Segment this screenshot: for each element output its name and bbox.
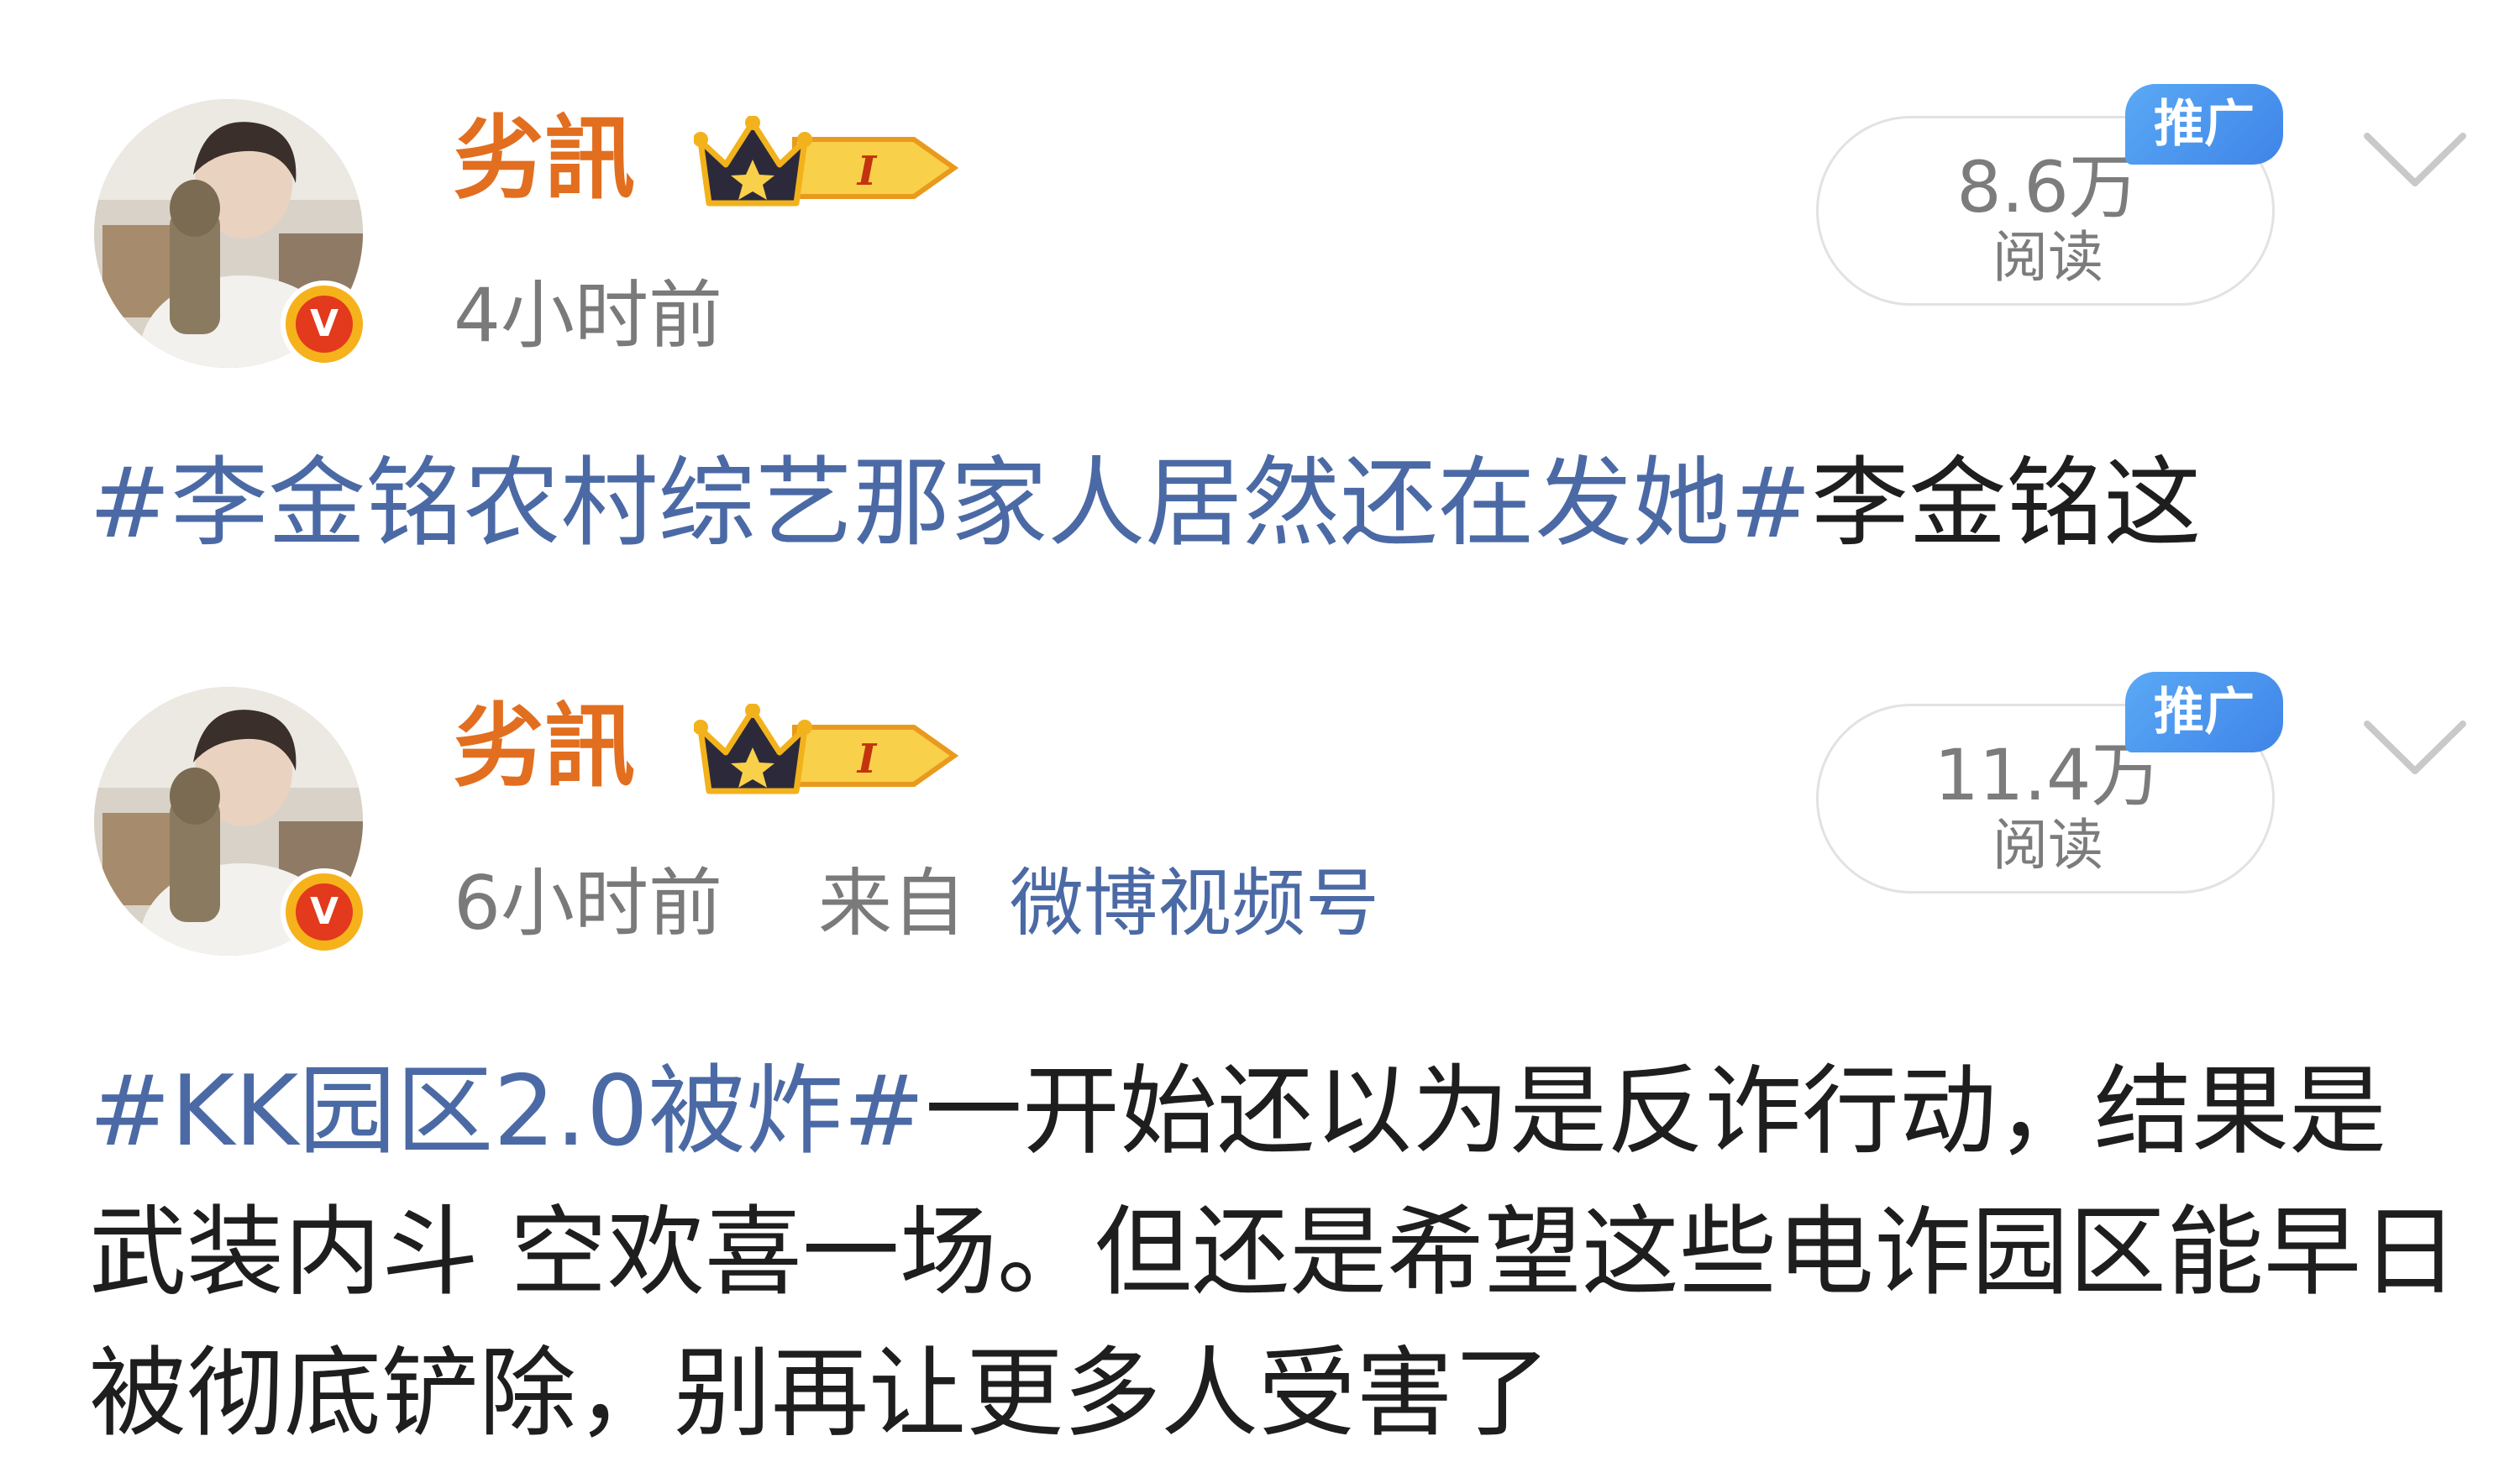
weibo-post[interactable]: V 劣訊 I 6小时前 来自 微博视频号 11.4万 阅读 推广 #KK园区2.… — [0, 588, 2520, 1478]
promo-tag: 推广 — [2125, 672, 2283, 752]
weibo-post[interactable]: V 劣訊 I 4小时前 8.6万 阅读 推广 #李金铭农村综艺那家人居然还在发她… — [0, 0, 2520, 588]
crown-icon — [693, 115, 812, 207]
level-text: I — [856, 148, 878, 195]
username[interactable]: 劣訊 — [454, 697, 635, 798]
post-timestamp: 6小时前 — [454, 860, 722, 946]
verified-v-icon: V — [281, 280, 368, 368]
post-body-text: 李金铭这 — [1811, 447, 2202, 560]
post-body: #KK园区2.0被炸#一开始还以为是反诈行动，结果是武装内斗 空欢喜一场。但还是… — [89, 1041, 2475, 1465]
read-label: 阅读 — [1992, 225, 2103, 290]
level-text: I — [856, 736, 878, 783]
verified-v-icon: V — [281, 868, 368, 956]
chevron-down-icon[interactable] — [2360, 126, 2470, 193]
read-label: 阅读 — [1992, 813, 2103, 878]
crown-icon — [693, 703, 812, 794]
promo-tag: 推广 — [2125, 84, 2283, 165]
username[interactable]: 劣訊 — [454, 109, 635, 210]
member-level-badge[interactable]: I — [693, 115, 963, 217]
source-prefix: 来自 — [818, 860, 967, 946]
source-link[interactable]: 微博视频号 — [1010, 862, 1379, 946]
chevron-down-icon[interactable] — [2360, 714, 2470, 781]
post-timestamp: 4小时前 — [454, 272, 722, 359]
hashtag-link[interactable]: #李金铭农村综艺那家人居然还在发她# — [89, 447, 1811, 560]
member-level-badge[interactable]: I — [693, 703, 963, 805]
post-body: #李金铭农村综艺那家人居然还在发她#李金铭这 — [89, 433, 2475, 574]
hashtag-link[interactable]: #KK园区2.0被炸# — [89, 1055, 925, 1168]
